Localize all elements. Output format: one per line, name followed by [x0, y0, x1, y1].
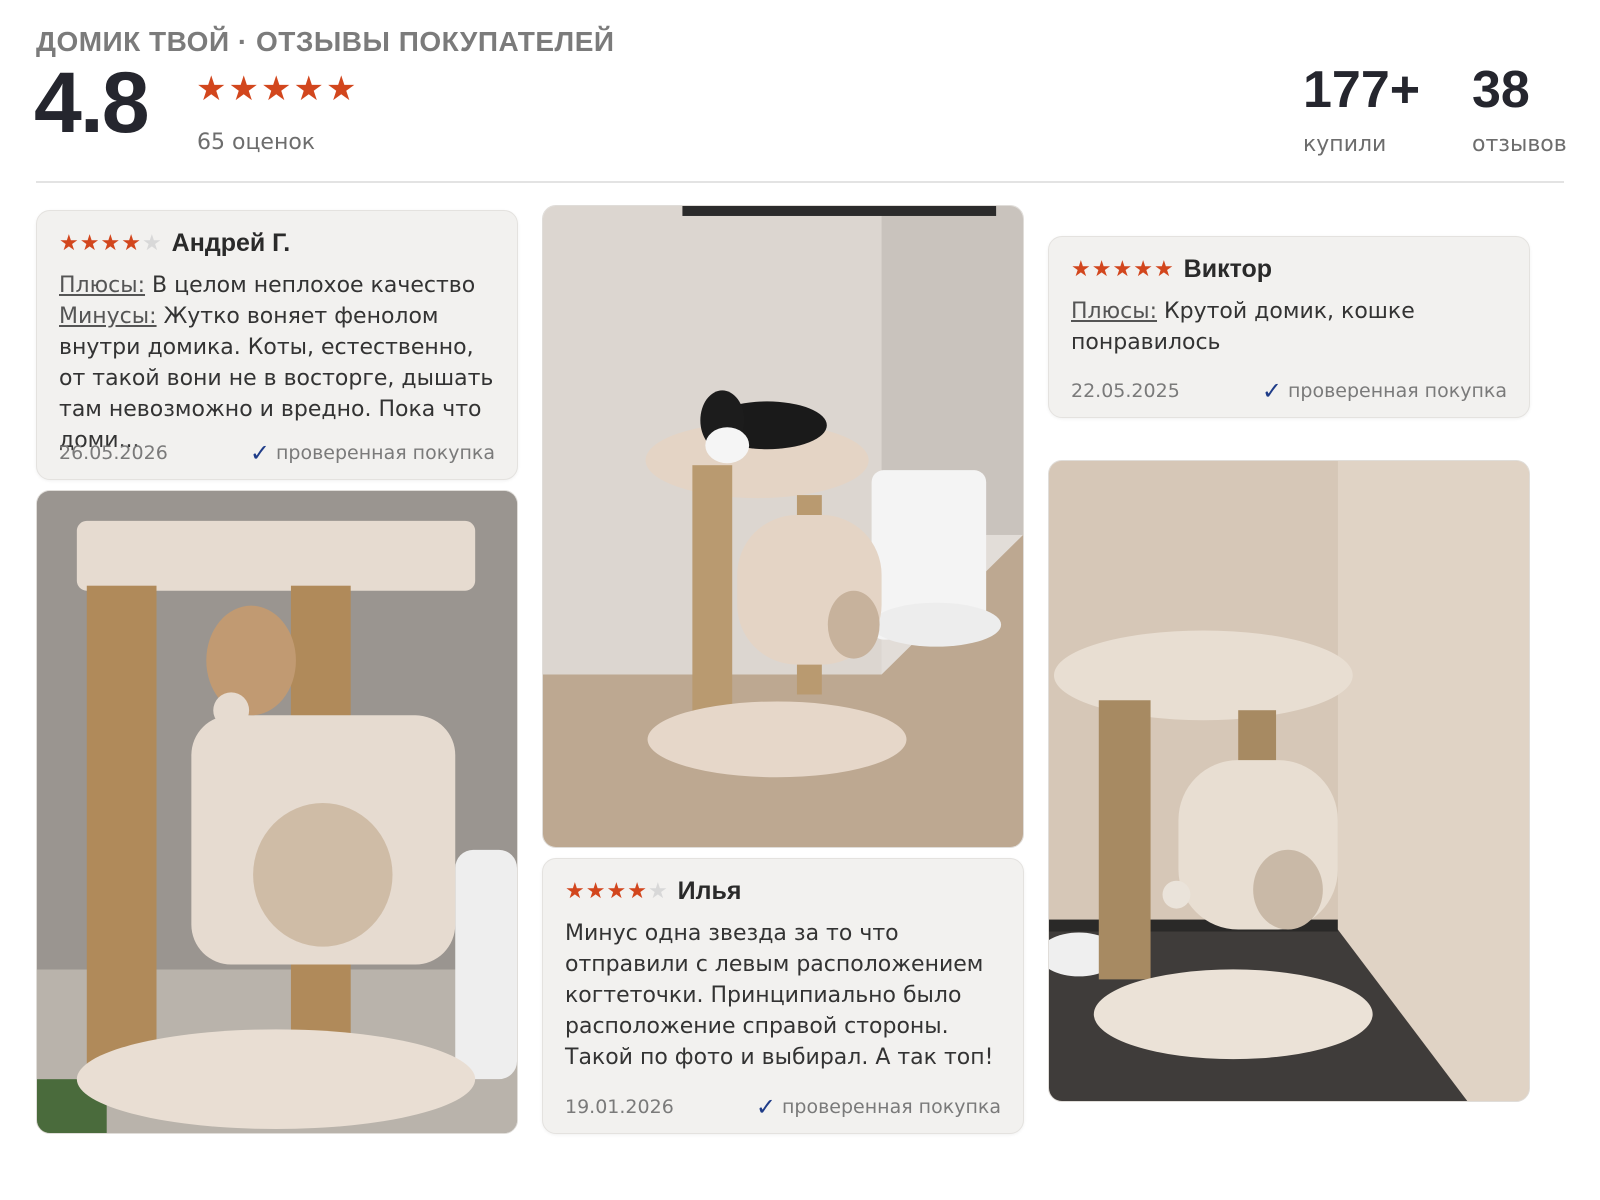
- stat-bought-label: купили: [1303, 132, 1387, 157]
- review-date: 19.01.2026: [565, 1096, 674, 1118]
- star-icon: ★: [260, 69, 292, 109]
- star-icon: ★: [293, 69, 324, 109]
- review-footer: 19.01.2026 ✓ проверенная покупка: [565, 1095, 1001, 1119]
- review-photo-black-cat[interactable]: [542, 205, 1024, 848]
- star-icon: ★: [585, 878, 606, 904]
- review-photo-kitten-cat-tree[interactable]: [36, 490, 518, 1134]
- review-footer: 22.05.2025 ✓ проверенная покупка: [1071, 379, 1507, 403]
- check-icon: ✓: [249, 439, 270, 467]
- star-icon: ★: [627, 878, 647, 904]
- star-icon: ★: [1112, 256, 1133, 282]
- page-brand-title: ДОМИК ТВОЙ · ОТЗЫВЫ ПОКУПАТЕЛЕЙ: [36, 26, 615, 57]
- review-author: Андрей Г.: [171, 229, 291, 257]
- stat-reviews-label: отзывов: [1472, 132, 1567, 157]
- verified-badge: ✓ проверенная покупка: [756, 1095, 1001, 1119]
- verified-badge: ✓ проверенная покупка: [1262, 379, 1507, 403]
- star-empty-icon: ★: [647, 878, 668, 904]
- review-footer: 26.05.2026 ✓ проверенная покупка: [59, 441, 495, 465]
- review-header: ★ ★ ★ ★ ★ Виктор: [1071, 255, 1507, 284]
- star-icon: ★: [100, 230, 121, 256]
- review-date: 26.05.2026: [59, 442, 168, 464]
- star-icon: ★: [1091, 256, 1112, 282]
- review-header: ★ ★ ★ ★ ★ Андрей Г.: [59, 229, 495, 258]
- verified-label: проверенная покупка: [781, 1096, 1001, 1118]
- review-text: Плюсы: В целом неплохое качество Минусы:…: [59, 270, 495, 456]
- average-rating: 4.8: [34, 55, 150, 151]
- stat-bought: 177+ купили: [1303, 64, 1420, 157]
- review-stars: ★ ★ ★ ★ ★: [565, 878, 668, 904]
- review-card-ilya[interactable]: ★ ★ ★ ★ ★ Илья Минус одна звезда за то ч…: [542, 858, 1024, 1134]
- review-author: Илья: [677, 877, 742, 905]
- star-icon: ★: [1153, 256, 1174, 282]
- verified-badge: ✓ проверенная покупка: [250, 441, 495, 465]
- verified-label: проверенная покупка: [275, 442, 495, 464]
- review-author: Виктор: [1183, 255, 1273, 283]
- review-card-viktor[interactable]: ★ ★ ★ ★ ★ Виктор Плюсы: Крутой домик, ко…: [1048, 236, 1530, 418]
- pros-text: В целом неплохое качество: [152, 273, 476, 298]
- verified-label: проверенная покупка: [1287, 380, 1507, 402]
- stat-reviews: 38 отзывов: [1472, 64, 1567, 157]
- check-icon: ✓: [1261, 377, 1282, 405]
- check-icon: ✓: [755, 1093, 776, 1121]
- review-stars: ★ ★ ★ ★ ★: [59, 230, 162, 256]
- star-icon: ★: [196, 69, 227, 109]
- star-icon: ★: [565, 878, 585, 904]
- review-header: ★ ★ ★ ★ ★ Илья: [565, 877, 1001, 906]
- review-stars: ★ ★ ★ ★ ★: [1071, 256, 1174, 282]
- star-icon: ★: [79, 230, 100, 256]
- stat-bought-value: 177+: [1303, 61, 1421, 119]
- star-empty-icon: ★: [141, 230, 162, 256]
- star-icon: ★: [1071, 256, 1091, 282]
- star-icon: ★: [325, 69, 357, 109]
- star-icon: ★: [606, 878, 627, 904]
- stat-reviews-value: 38: [1472, 61, 1530, 119]
- header-divider: [36, 181, 1564, 183]
- cons-label: Минусы:: [59, 304, 157, 329]
- star-icon: ★: [59, 230, 79, 256]
- ratings-count: 65 оценок: [197, 130, 316, 155]
- review-text: Плюсы: Крутой домик, кошке понравилось: [1071, 296, 1507, 358]
- review-date: 22.05.2025: [1071, 380, 1180, 402]
- pros-label: Плюсы:: [59, 273, 146, 298]
- average-rating-stars: ★ ★ ★ ★ ★: [196, 72, 356, 106]
- pros-label: Плюсы:: [1071, 299, 1158, 324]
- review-photo-corner-cat-tree[interactable]: [1048, 460, 1530, 1102]
- review-card-andrey[interactable]: ★ ★ ★ ★ ★ Андрей Г. Плюсы: В целом непло…: [36, 210, 518, 480]
- star-icon: ★: [228, 69, 259, 109]
- review-text: Минус одна звезда за то что отправили с …: [565, 921, 994, 1070]
- star-icon: ★: [121, 230, 141, 256]
- star-icon: ★: [1133, 256, 1153, 282]
